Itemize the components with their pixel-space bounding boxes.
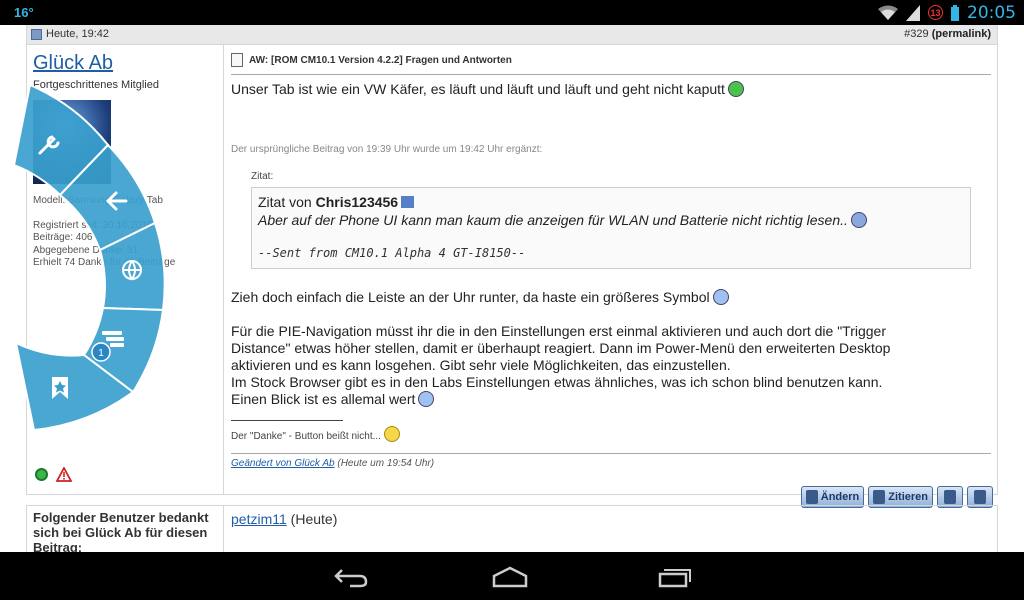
online-status-icon bbox=[35, 468, 48, 481]
wink-smiley-icon bbox=[712, 289, 729, 305]
view-post-arrow-icon[interactable] bbox=[401, 196, 415, 208]
pie-tab-count: 1 bbox=[98, 348, 104, 359]
signature-text: Der "Danke" - Button beißt nicht... bbox=[231, 431, 381, 442]
paragraph-text: Einen Blick ist es allemal wert bbox=[231, 391, 416, 407]
pencil-icon bbox=[873, 490, 886, 504]
edit-button-label: Ändern bbox=[820, 491, 860, 503]
pie-navigation: 1 bbox=[0, 25, 200, 445]
quote-box: Zitat von Chris123456 Aber auf der Phone… bbox=[251, 187, 971, 269]
reply-pencil-icon bbox=[974, 490, 986, 504]
edit-note: Geändert von Glück Ab (Heute um 19:54 Uh… bbox=[231, 458, 434, 469]
system-navigation-bar bbox=[0, 552, 1024, 600]
signature-divider bbox=[231, 420, 343, 421]
merge-note: Der ursprüngliche Beitrag von 19:39 Uhr … bbox=[231, 144, 543, 155]
thanks-user-link[interactable]: petzim11 bbox=[231, 511, 287, 527]
paragraph-line: aktivieren und es kann losgehen. Gibt se… bbox=[231, 357, 731, 373]
post-text: Unser Tab ist wie ein VW Käfer, es läuft… bbox=[231, 81, 725, 97]
post-text-line: Zieh doch einfach die Leiste an der Uhr … bbox=[231, 289, 729, 306]
wifi-icon bbox=[878, 5, 898, 20]
scissors-icon bbox=[805, 490, 818, 504]
quote-button-label: Zitieren bbox=[888, 491, 928, 503]
thanks-when: (Heute) bbox=[290, 511, 338, 527]
battery-icon bbox=[951, 4, 959, 21]
paragraph-line: Im Stock Browser gibt es in den Labs Ein… bbox=[231, 374, 883, 390]
back-button-icon[interactable] bbox=[330, 562, 370, 590]
signal-icon bbox=[906, 4, 920, 21]
clock: 20:05 bbox=[967, 2, 1016, 23]
thanks-users: petzim11 (Heute) bbox=[231, 511, 337, 527]
post-number[interactable]: #329 (permalink) bbox=[904, 28, 991, 40]
paragraph-line: Einen Blick ist es allemal wert bbox=[231, 391, 890, 408]
edited-by-link[interactable]: Geändert von Glück Ab bbox=[231, 458, 335, 469]
thanks-box: Folgender Benutzer bedankt sich bei Glüc… bbox=[26, 505, 998, 552]
recent-apps-button-icon[interactable] bbox=[654, 562, 694, 590]
paragraph-line: Für die PIE-Navigation müsst ihr die in … bbox=[231, 323, 887, 339]
notification-badge: 13 bbox=[928, 5, 943, 20]
permalink-link[interactable]: (permalink) bbox=[932, 28, 991, 40]
quote-author: Chris123456 bbox=[315, 194, 399, 210]
smile-smiley-icon bbox=[383, 426, 400, 442]
post-title: AW: [ROM CM10.1 Version 4.2.2] Fragen un… bbox=[249, 54, 512, 66]
home-button-icon[interactable] bbox=[490, 562, 530, 590]
quote-text-line: Aber auf der Phone UI kann man kaum die … bbox=[258, 212, 964, 228]
post-number-label[interactable]: #329 bbox=[904, 28, 928, 40]
report-post-icon[interactable] bbox=[56, 467, 72, 482]
thanks-heading: Folgender Benutzer bedankt sich bei Glüc… bbox=[27, 506, 224, 552]
divider bbox=[231, 74, 991, 75]
post-title-icon bbox=[231, 53, 243, 67]
edited-time: (Heute um 19:54 Uhr) bbox=[337, 458, 435, 469]
quote-label: Zitat: bbox=[251, 171, 274, 182]
paragraph-line: Distance" etwas höher stellen, damit er … bbox=[231, 340, 891, 356]
quote-marks-icon bbox=[944, 490, 956, 504]
post-content: AW: [ROM CM10.1 Version 4.2.2] Fragen un… bbox=[225, 45, 997, 508]
quote-signature: --Sent from CM10.1 Alpha 4 GT-I8150-- bbox=[258, 246, 526, 260]
grin-smiley-icon bbox=[727, 81, 744, 97]
weather-indicator: 16° bbox=[14, 5, 34, 20]
quote-text: Aber auf der Phone UI kann man kaum die … bbox=[258, 212, 848, 228]
status-bar: 16° 13 20:05 bbox=[0, 0, 1024, 25]
quote-from-prefix: Zitat von bbox=[258, 194, 312, 210]
post-paragraph: Für die PIE-Navigation müsst ihr die in … bbox=[231, 323, 890, 408]
signature-line: Der "Danke" - Button beißt nicht... bbox=[231, 426, 400, 445]
quote-source: Zitat von Chris123456 bbox=[258, 194, 964, 210]
divider bbox=[231, 453, 991, 454]
wink-smiley-icon bbox=[418, 391, 435, 407]
post-text: Zieh doch einfach die Leiste an der Uhr … bbox=[231, 289, 710, 305]
sad-smiley-icon bbox=[850, 212, 867, 228]
post-text-line: Unser Tab ist wie ein VW Käfer, es läuft… bbox=[231, 81, 744, 98]
